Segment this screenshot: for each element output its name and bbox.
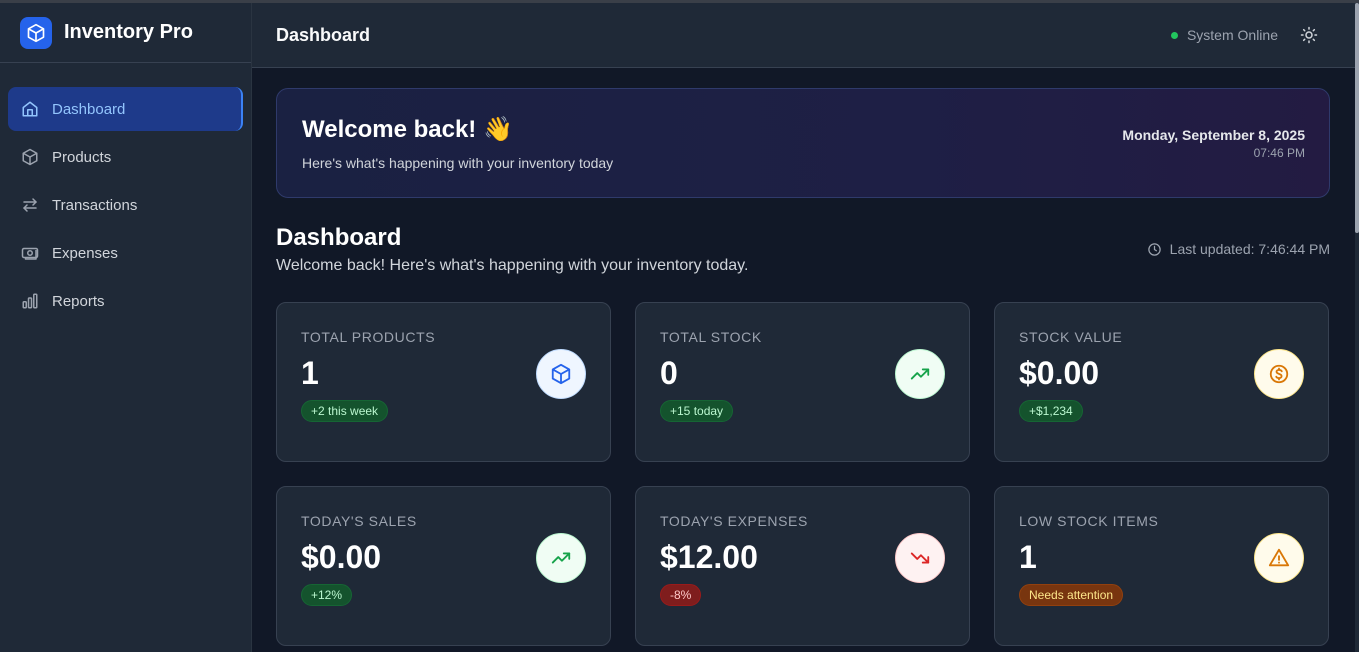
page-subtitle: Welcome back! Here's what's happening wi…: [276, 257, 749, 274]
dollar-circle-icon: [1254, 349, 1304, 399]
stat-card-label: TOTAL STOCK: [660, 329, 762, 345]
stats-grid: TOTAL PRODUCTS 1 +2 this week TOTAL STOC…: [276, 302, 1330, 646]
sidebar-item-label: Expenses: [52, 244, 118, 262]
brand-logo-cube-icon: [20, 16, 52, 49]
sidebar-item-transactions[interactable]: Transactions: [8, 183, 243, 227]
stat-card-label: TODAY'S EXPENSES: [660, 513, 808, 529]
stat-card-todays-sales[interactable]: TODAY'S SALES $0.00 +12%: [276, 486, 611, 646]
warning-icon: [1254, 533, 1304, 583]
status-label: System Online: [1186, 27, 1278, 43]
cube-icon: [536, 349, 586, 399]
stat-card-total-stock[interactable]: TOTAL STOCK 0 +15 today: [635, 302, 970, 462]
sidebar-item-expenses[interactable]: Expenses: [8, 231, 243, 275]
stat-card-total-products[interactable]: TOTAL PRODUCTS 1 +2 this week: [276, 302, 611, 462]
stat-card-label: STOCK VALUE: [1019, 329, 1123, 345]
stat-card-value: 1: [1019, 539, 1037, 575]
stat-card-value: $0.00: [301, 539, 382, 575]
sidebar-item-label: Reports: [52, 292, 105, 310]
header-title: Dashboard: [276, 24, 371, 45]
stat-card-todays-expenses[interactable]: TODAY'S EXPENSES $12.00 -8%: [635, 486, 970, 646]
stat-card-value: 0: [660, 355, 678, 391]
sidebar-item-dashboard[interactable]: Dashboard: [8, 87, 243, 131]
welcome-date: Monday, September 8, 2025: [1122, 127, 1305, 143]
stat-card-badge: +2 this week: [301, 400, 389, 422]
sidebar-item-products[interactable]: Products: [8, 135, 243, 179]
home-icon: [20, 99, 40, 119]
stat-card-badge: Needs attention: [1019, 584, 1124, 606]
sidebar: Inventory Pro Dashboard Products Transac…: [0, 3, 252, 652]
sun-icon: [1300, 26, 1318, 44]
sidebar-item-label: Transactions: [52, 196, 138, 214]
swap-arrows-icon: [20, 195, 40, 215]
page-title: Dashboard: [276, 224, 402, 251]
scrollbar-thumb[interactable]: [1355, 3, 1359, 233]
last-updated: Last updated: 7:46:44 PM: [1147, 241, 1330, 257]
status-dot-icon: [1170, 31, 1178, 39]
trending-up-icon: [536, 533, 586, 583]
stat-card-value: $0.00: [1019, 355, 1100, 391]
banknote-icon: [20, 243, 40, 263]
main-content: Welcome back! 👋 Here's what's happening …: [276, 88, 1330, 646]
stat-card-label: LOW STOCK ITEMS: [1019, 513, 1159, 529]
welcome-subtitle: Here's what's happening with your invent…: [302, 155, 614, 171]
last-updated-label: Last updated: 7:46:44 PM: [1169, 241, 1330, 257]
brand[interactable]: Inventory Pro: [0, 3, 251, 63]
stat-card-value: 1: [301, 355, 319, 391]
welcome-title: Welcome back! 👋: [302, 116, 513, 143]
sidebar-nav: Dashboard Products Transactions Expenses…: [0, 63, 251, 323]
brand-name: Inventory Pro: [64, 21, 193, 43]
cube-icon: [20, 147, 40, 167]
stat-card-badge: -8%: [660, 584, 702, 606]
scrollbar[interactable]: [1355, 3, 1359, 652]
theme-toggle-button[interactable]: [1299, 25, 1319, 45]
sidebar-item-label: Products: [52, 148, 112, 166]
stat-card-value: $12.00: [660, 539, 758, 575]
welcome-banner: Welcome back! 👋 Here's what's happening …: [276, 88, 1330, 198]
stat-card-label: TOTAL PRODUCTS: [301, 329, 436, 345]
trending-down-icon: [895, 533, 945, 583]
clock-icon: [1147, 242, 1162, 257]
trending-up-icon: [895, 349, 945, 399]
sidebar-item-label: Dashboard: [52, 100, 126, 118]
bar-chart-icon: [20, 291, 40, 311]
sidebar-item-reports[interactable]: Reports: [8, 279, 243, 323]
stat-card-badge: +15 today: [660, 400, 734, 422]
stat-card-low-stock-items[interactable]: LOW STOCK ITEMS 1 Needs attention: [994, 486, 1329, 646]
stat-card-label: TODAY'S SALES: [301, 513, 417, 529]
stat-card-badge: +$1,234: [1019, 400, 1083, 422]
system-status: System Online: [1170, 27, 1278, 43]
welcome-time: 07:46 PM: [1253, 146, 1305, 160]
stat-card-stock-value[interactable]: STOCK VALUE $0.00 +$1,234: [994, 302, 1329, 462]
stat-card-badge: +12%: [301, 584, 353, 606]
top-header: Dashboard System Online: [252, 3, 1355, 68]
